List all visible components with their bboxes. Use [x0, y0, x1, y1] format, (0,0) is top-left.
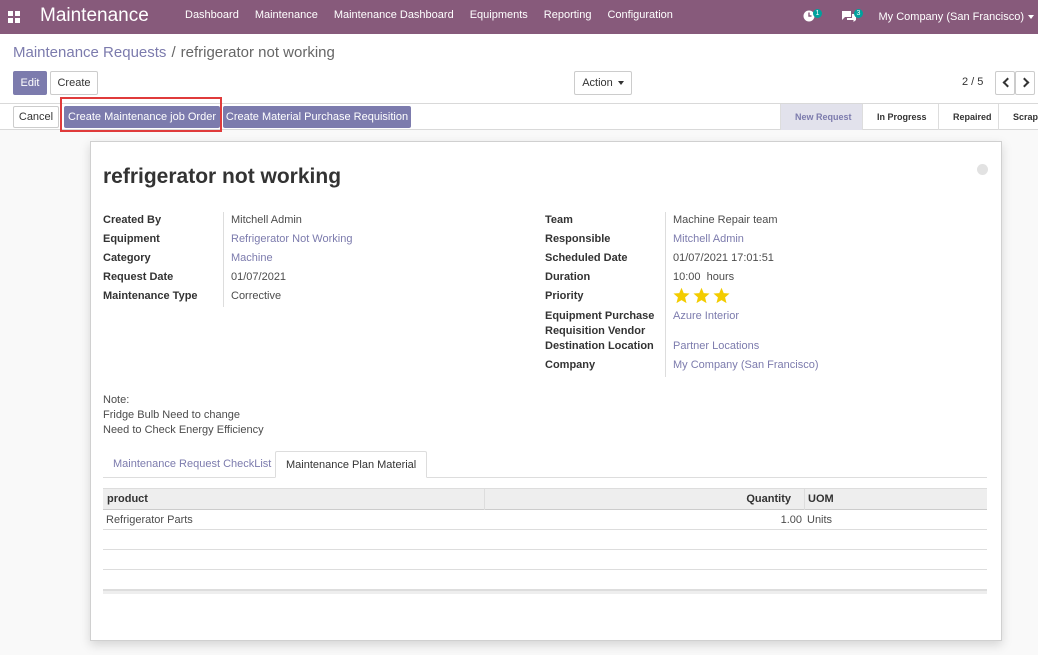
equipment-label: Equipment: [103, 233, 160, 245]
column-divider: [804, 489, 805, 510]
app-brand[interactable]: Maintenance: [40, 5, 149, 27]
stage-scrap[interactable]: Scrap: [998, 104, 1038, 130]
vendor-label-line2: Requisition Vendor: [545, 325, 646, 337]
responsible-label: Responsible: [545, 233, 611, 245]
column-header-product[interactable]: product: [107, 489, 148, 510]
pager-previous-button[interactable]: [995, 71, 1015, 95]
cell-uom: Units: [807, 514, 833, 526]
column-header-uom[interactable]: UOM: [808, 489, 834, 510]
caret-down-icon: [617, 81, 624, 86]
priority-stars: [672, 287, 732, 304]
maintenance-type-label: Maintenance Type: [103, 290, 198, 302]
breadcrumb-current: refrigerator not working: [180, 44, 335, 61]
request-date-label: Request Date: [103, 271, 174, 283]
destination-location-label: Destination Location: [545, 340, 654, 352]
category-label: Category: [103, 252, 151, 264]
breadcrumb-parent[interactable]: Maintenance Requests: [13, 44, 166, 61]
company-switcher[interactable]: My Company (San Francisco): [879, 11, 1025, 23]
chevron-down-icon: [1028, 15, 1034, 19]
note-line: Need to Check Energy Efficiency: [103, 424, 264, 436]
column-header-quantity[interactable]: Quantity: [485, 489, 791, 510]
stage-repaired[interactable]: Repaired: [938, 104, 998, 130]
empty-table-row: [103, 570, 987, 590]
created-by-label: Created By: [103, 214, 162, 226]
company-label: Company: [545, 359, 596, 371]
navbar-systray: 1 3 My Company (San Francisco): [803, 0, 1038, 34]
responsible-link[interactable]: Mitchell Admin: [673, 233, 744, 245]
apps-menu-icon[interactable]: [8, 11, 20, 23]
cancel-button[interactable]: Cancel: [13, 106, 59, 128]
menu-item-equipments[interactable]: Equipments: [470, 9, 528, 21]
messages-button[interactable]: 3: [841, 7, 864, 27]
record-title: refrigerator not working: [103, 165, 342, 188]
priority-label: Priority: [545, 290, 584, 302]
scheduled-date-label: Scheduled Date: [545, 252, 628, 264]
vendor-link[interactable]: Azure Interior: [673, 310, 739, 322]
company-link[interactable]: My Company (San Francisco): [673, 359, 819, 371]
chevron-left-icon: [1002, 77, 1013, 88]
menu-item-maintenance[interactable]: Maintenance: [255, 9, 318, 21]
action-label: Action: [582, 77, 613, 89]
cell-product: Refrigerator Parts: [106, 514, 193, 526]
table-header: product Quantity UOM: [103, 488, 987, 510]
pager-next-button[interactable]: [1015, 71, 1035, 95]
equipment-link[interactable]: Refrigerator Not Working: [231, 233, 352, 245]
created-by-value: Mitchell Admin: [231, 214, 302, 226]
control-panel: Maintenance Requests / refrigerator not …: [0, 34, 1038, 104]
duration-value: 10:00 hours: [673, 271, 735, 283]
form-statusbar: Cancel Create Maintenance job Order Crea…: [0, 104, 1038, 130]
star-icon[interactable]: [712, 287, 731, 304]
note-text: Note: Fridge Bulb Need to change Need to…: [103, 393, 264, 438]
team-label: Team: [545, 214, 573, 226]
destination-location-link[interactable]: Partner Locations: [673, 340, 759, 352]
edit-button[interactable]: Edit: [13, 71, 47, 95]
table-footer: [103, 590, 987, 594]
chevron-right-icon: [1019, 77, 1030, 88]
create-maintenance-job-order-button[interactable]: Create Maintenance job Order: [64, 106, 220, 128]
maintenance-type-value: Corrective: [231, 290, 282, 302]
stage-pipeline: New Request In Progress Repaired Scrap: [780, 104, 1038, 130]
tab-maintenance-request-checklist[interactable]: Maintenance Request CheckList: [103, 451, 281, 478]
create-button[interactable]: Create: [50, 71, 98, 95]
action-dropdown[interactable]: Action: [574, 71, 632, 95]
top-navbar: Maintenance Dashboard Maintenance Mainte…: [0, 0, 1038, 34]
category-link[interactable]: Machine: [231, 252, 273, 264]
empty-table-row: [103, 530, 987, 550]
team-value: Machine Repair team: [673, 214, 778, 226]
kanban-state-indicator[interactable]: [977, 164, 988, 175]
star-icon[interactable]: [692, 287, 711, 304]
scheduled-date-value: 01/07/2021 17:01:51: [673, 252, 774, 264]
stage-in-progress[interactable]: In Progress: [862, 104, 938, 130]
cell-quantity: 1.00: [780, 514, 802, 526]
request-date-value: 01/07/2021: [231, 271, 287, 283]
vendor-label-line1: Equipment Purchase: [545, 310, 655, 322]
breadcrumb-separator: /: [171, 44, 176, 61]
right-group-divider: [665, 212, 666, 377]
pager-value[interactable]: 2 / 5: [962, 76, 983, 88]
left-group-divider: [223, 212, 224, 307]
menu-item-dashboard[interactable]: Dashboard: [185, 9, 239, 21]
form-sheet: refrigerator not working Created By Mitc…: [90, 141, 1002, 641]
star-icon[interactable]: [672, 287, 691, 304]
notebook-tabs: Maintenance Request CheckList Maintenanc…: [103, 451, 987, 478]
main-menu: Dashboard Maintenance Maintenance Dashbo…: [185, 9, 689, 21]
create-material-purchase-requisition-button[interactable]: Create Material Purchase Requisition: [223, 106, 411, 128]
duration-label: Duration: [545, 271, 591, 283]
note-heading: Note:: [103, 394, 130, 406]
tab-maintenance-plan-material[interactable]: Maintenance Plan Material: [275, 451, 428, 478]
empty-table-row: [103, 550, 987, 570]
note-line: Fridge Bulb Need to change: [103, 409, 240, 421]
messages-count-badge: 3: [853, 9, 864, 18]
activity-button[interactable]: 1: [803, 7, 823, 27]
menu-item-maintenance-dashboard[interactable]: Maintenance Dashboard: [334, 9, 454, 21]
stage-new-request[interactable]: New Request: [780, 104, 862, 130]
menu-item-reporting[interactable]: Reporting: [544, 9, 592, 21]
table-row[interactable]: Refrigerator Parts 1.00 Units: [103, 510, 987, 530]
menu-item-configuration[interactable]: Configuration: [607, 9, 672, 21]
breadcrumb: Maintenance Requests / refrigerator not …: [13, 44, 335, 61]
activity-count-badge: 1: [812, 9, 823, 18]
